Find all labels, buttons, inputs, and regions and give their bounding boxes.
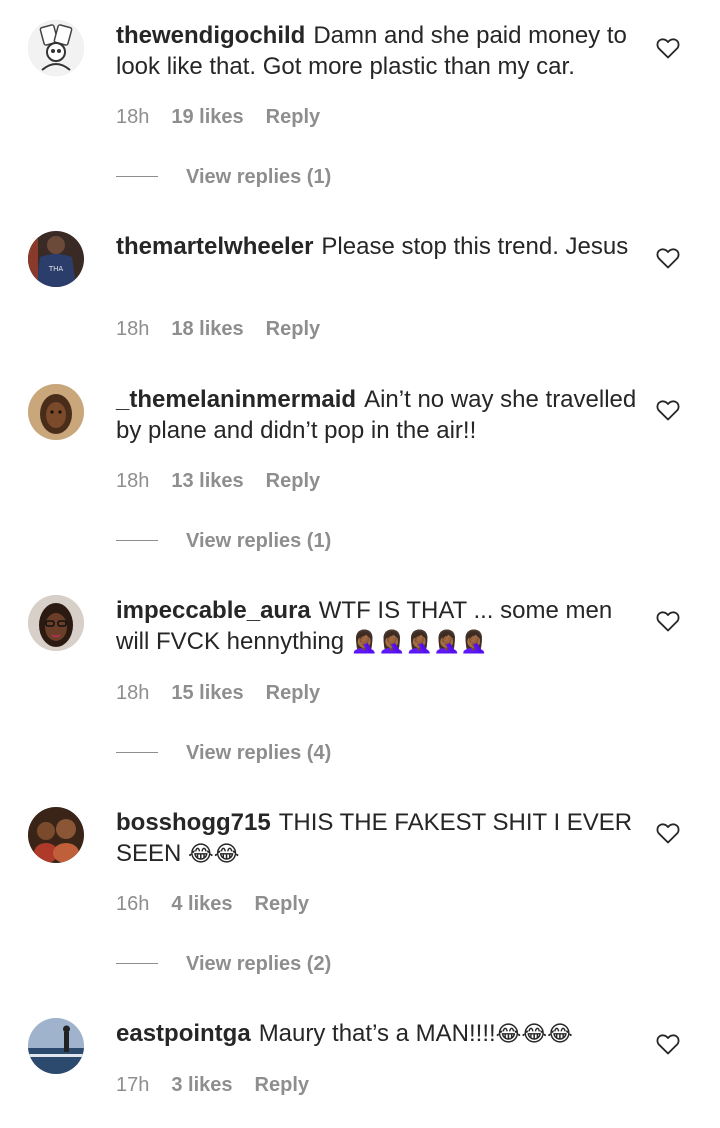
reply-button[interactable]: Reply (255, 892, 309, 916)
view-replies-button[interactable]: View replies (1) (116, 165, 331, 189)
comment-username[interactable]: thewendigochild (116, 22, 305, 49)
comment-meta: 17h 3 likes Reply (116, 1073, 309, 1097)
view-replies-label: View replies (1) (186, 530, 332, 552)
avatar[interactable] (28, 20, 84, 76)
view-replies-label: View replies (4) (186, 742, 332, 764)
comment-text: bosshogg715 THIS THE FAKEST SHIT I EVER S… (116, 807, 638, 870)
comment-time: 18h (116, 318, 150, 340)
svg-text:THA: THA (48, 265, 64, 273)
like-heart-icon[interactable] (656, 1033, 680, 1055)
comment-meta: 16h 4 likes Reply (116, 892, 309, 916)
comment-time: 18h (116, 106, 150, 128)
comment-likes[interactable]: 3 likes (171, 1073, 232, 1097)
comment-text: themartelwheeler Please stop this trend. … (116, 231, 638, 262)
reply-button[interactable]: Reply (266, 317, 320, 341)
reply-button[interactable]: Reply (266, 681, 320, 705)
avatar[interactable]: THA (28, 231, 84, 287)
comment-text: thewendigochild Damn and she paid money t… (116, 20, 638, 82)
comment-body: Maury that’s a MAN!!!! (258, 1020, 496, 1047)
divider-line (116, 176, 158, 178)
avatar[interactable] (28, 807, 84, 863)
divider-line (116, 752, 158, 754)
comment-likes[interactable]: 15 likes (171, 681, 243, 705)
comment-meta: 18h 15 likes Reply (116, 681, 320, 705)
divider-line (116, 540, 158, 542)
emoji-facepalm: 🤦🏾‍♀️🤦🏾‍♀️🤦🏾‍♀️🤦🏾‍♀️🤦🏾‍♀️ (350, 630, 488, 655)
comment-username[interactable]: impeccable_aura (116, 597, 311, 624)
comment-time: 17h (116, 1074, 150, 1096)
view-replies-button[interactable]: View replies (1) (116, 529, 331, 553)
comment-likes[interactable]: 4 likes (171, 892, 232, 916)
comment-text: impeccable_aura WTF IS THAT ... some men … (116, 595, 638, 658)
comment-text: eastpointga Maury that’s a MAN!!!!😂😂😂 (116, 1018, 638, 1050)
reply-button[interactable]: Reply (266, 105, 320, 129)
comment-meta: 18h 18 likes Reply (116, 317, 320, 341)
reply-button[interactable]: Reply (266, 469, 320, 493)
comment-likes[interactable]: 13 likes (171, 469, 243, 493)
emoji-laughing: 😂😂😂 (495, 1022, 573, 1047)
comment-username[interactable]: _themelaninmermaid (116, 386, 356, 413)
view-replies-label: View replies (2) (186, 953, 332, 975)
like-heart-icon[interactable] (656, 37, 680, 59)
divider-line (116, 963, 158, 965)
view-replies-label: View replies (1) (186, 166, 332, 188)
comment-text: _themelaninmermaid Ain’t no way she trave… (116, 384, 638, 446)
comment-time: 18h (116, 470, 150, 492)
avatar[interactable] (28, 384, 84, 440)
like-heart-icon[interactable] (656, 822, 680, 844)
like-heart-icon[interactable] (656, 247, 680, 269)
view-replies-button[interactable]: View replies (2) (116, 952, 331, 976)
comment-time: 18h (116, 682, 150, 704)
comment-username[interactable]: bosshogg715 (116, 809, 271, 836)
comment-meta: 18h 19 likes Reply (116, 105, 320, 129)
comment-likes[interactable]: 19 likes (171, 105, 243, 129)
view-replies-button[interactable]: View replies (4) (116, 741, 331, 765)
comment-time: 16h (116, 893, 150, 915)
like-heart-icon[interactable] (656, 610, 680, 632)
comment-likes[interactable]: 18 likes (171, 317, 243, 341)
avatar[interactable] (28, 1018, 84, 1074)
avatar[interactable] (28, 595, 84, 651)
comment-username[interactable]: eastpointga (116, 1020, 251, 1047)
emoji-laughing: 😂😂 (188, 842, 240, 867)
like-heart-icon[interactable] (656, 399, 680, 421)
comment-body: Please stop this trend. Jesus (321, 233, 629, 260)
comment-username[interactable]: themartelwheeler (116, 233, 313, 260)
comment-meta: 18h 13 likes Reply (116, 469, 320, 493)
reply-button[interactable]: Reply (255, 1073, 309, 1097)
